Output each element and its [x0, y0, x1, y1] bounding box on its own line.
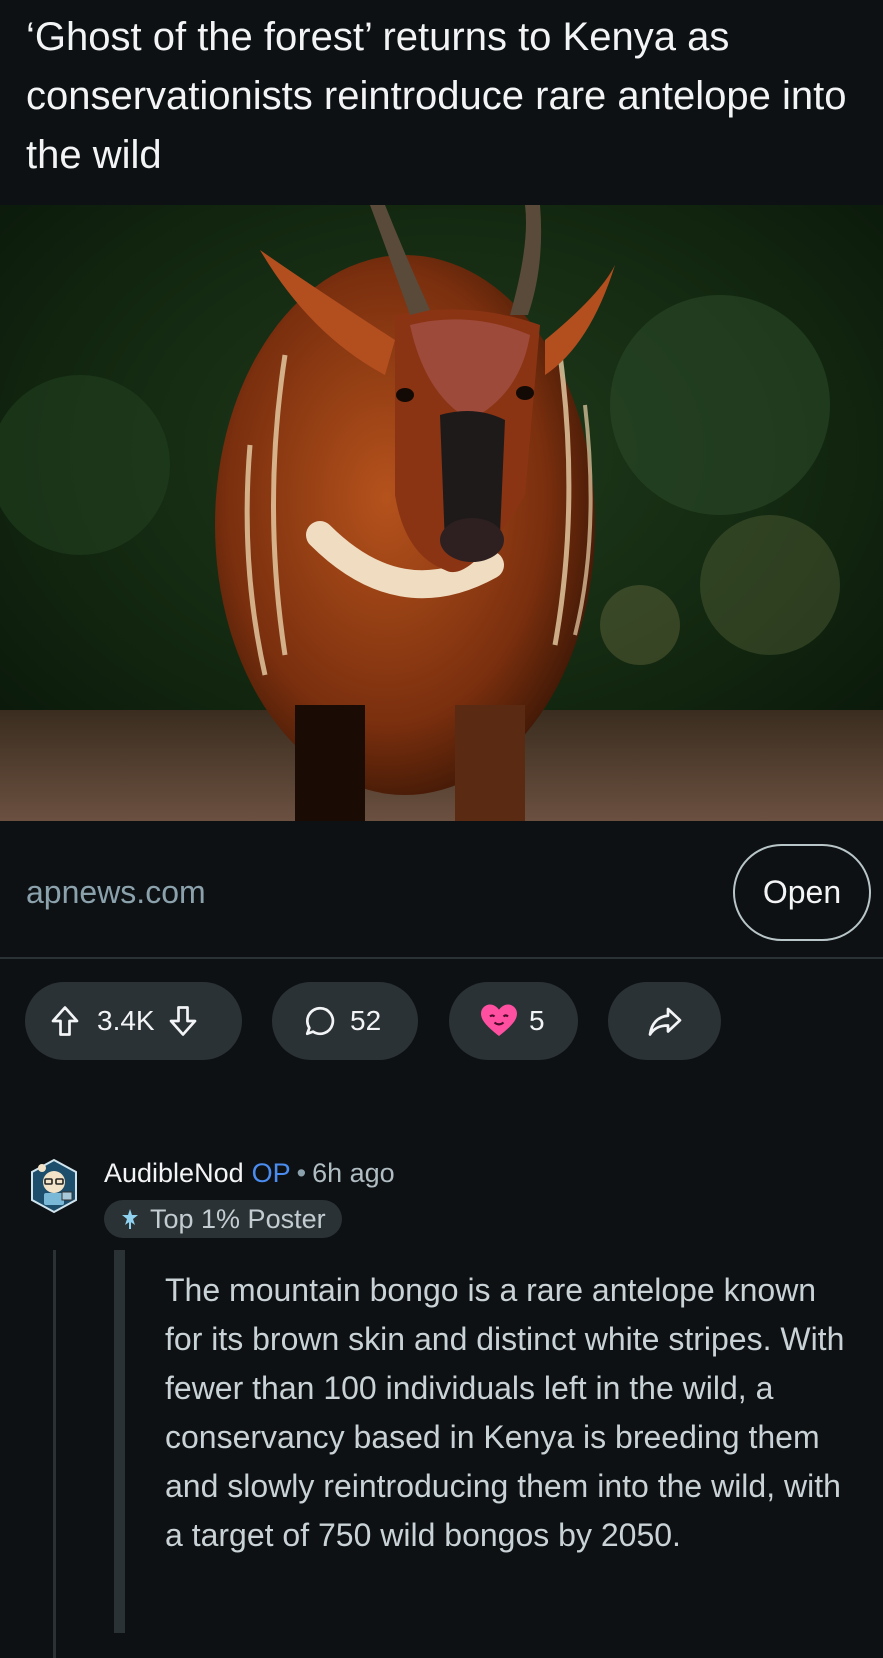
bongo-photo — [0, 205, 883, 821]
vote-pill: 3.4K — [25, 982, 242, 1060]
comment-icon — [302, 1003, 338, 1039]
post-action-bar: 3.4K 52 5 — [0, 982, 883, 1060]
avatar[interactable] — [28, 1156, 80, 1216]
meta-separator: • — [296, 1158, 307, 1188]
open-link-button[interactable]: Open — [733, 844, 871, 941]
comment-meta: AudibleNod OP • 6h ago — [104, 1158, 395, 1189]
share-button[interactable] — [608, 982, 721, 1060]
comment-count: 52 — [350, 1005, 382, 1036]
thread-line[interactable] — [53, 1250, 56, 1658]
award-count: 5 — [529, 1005, 545, 1036]
score-count: 3.4K — [97, 1005, 155, 1036]
post-image[interactable] — [0, 205, 883, 821]
flair-label: Top 1% Poster — [150, 1203, 326, 1234]
comment-body: The mountain bongo is a rare antelope kn… — [165, 1272, 845, 1553]
upvote-icon[interactable] — [47, 1003, 83, 1039]
comment-time: 6h ago — [312, 1158, 395, 1188]
award-icon — [479, 1003, 519, 1039]
comments-button[interactable]: 52 — [272, 982, 418, 1060]
downvote-icon[interactable] — [165, 1003, 201, 1039]
avatar-icon — [31, 1158, 77, 1214]
award-button[interactable]: 5 — [449, 982, 578, 1060]
user-flair: Top 1% Poster — [104, 1200, 342, 1238]
post-title[interactable]: ‘Ghost of the forest’ returns to Kenya a… — [26, 8, 866, 185]
op-badge: OP — [251, 1158, 291, 1188]
comment-author[interactable]: AudibleNod — [104, 1158, 244, 1188]
link-domain[interactable]: apnews.com — [26, 874, 206, 911]
quote-bar — [114, 1250, 125, 1633]
link-row: apnews.com Open — [0, 822, 883, 959]
share-icon — [646, 1003, 684, 1039]
flair-icon — [122, 1209, 138, 1229]
